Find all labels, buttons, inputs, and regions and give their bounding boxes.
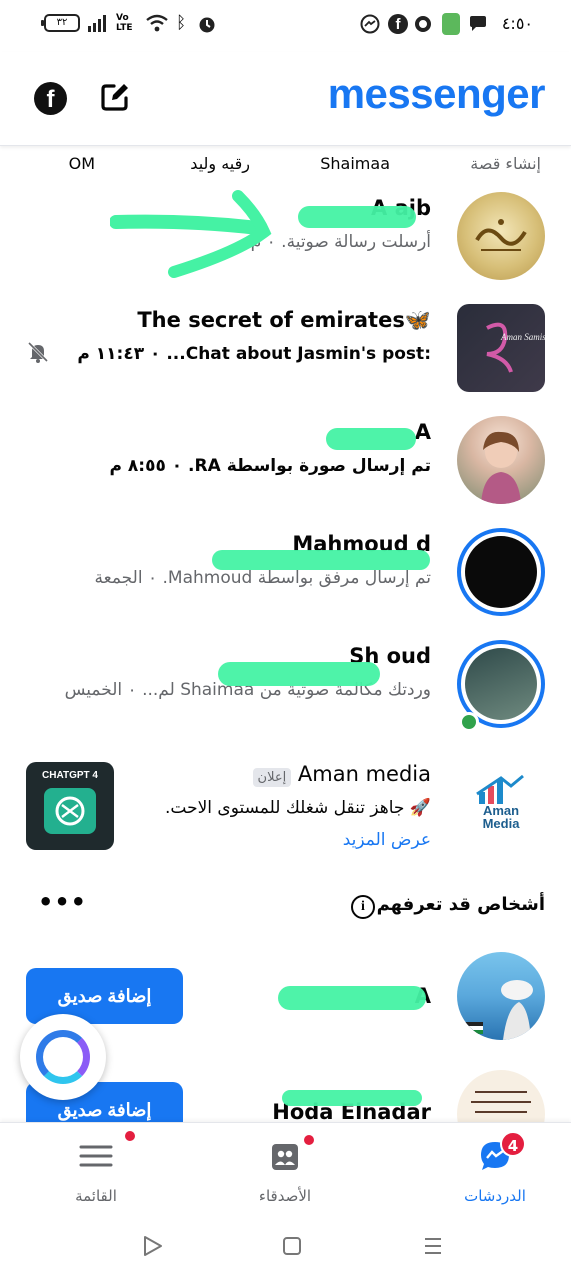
wifi-icon: [146, 14, 168, 32]
redaction-scribble: [326, 428, 416, 450]
home-square-icon[interactable]: [282, 1235, 302, 1257]
app-header: f messenger: [0, 52, 571, 146]
ad-thumbnail: CHATGPT 4: [26, 762, 114, 850]
chat-row[interactable]: A تم إرسال صورة بواسطة RA. ٠ ٨:٥٥ م: [0, 406, 571, 518]
notification-dot: [123, 1129, 137, 1143]
profile-photo-image: [465, 648, 537, 720]
avatar: [457, 528, 545, 616]
redaction-scribble: [218, 662, 380, 686]
alarm-icon: [199, 17, 215, 33]
battery-icon: ٣٢: [41, 14, 80, 32]
tab-chats[interactable]: 4 الدردشات: [435, 1131, 555, 1205]
see-more-link[interactable]: عرض المزيد: [343, 830, 431, 850]
ad-row[interactable]: Aman Media Aman media إعلان 🚀 جاهز تنقل ش…: [0, 748, 571, 868]
arrow-annotation: [110, 190, 272, 278]
redaction-scribble: [282, 1090, 422, 1106]
svg-text:Aman Samis: Aman Samis: [500, 332, 545, 342]
redaction-scribble: [278, 986, 426, 1010]
friends-icon: [268, 1133, 316, 1173]
tab-friends-label: الأصدقاء: [258, 1187, 312, 1205]
messenger-logo: messenger: [327, 70, 546, 117]
black-photo-image: [465, 536, 537, 608]
chat-preview: تم إرسال مرفق بواسطة Mahmoud. ٠ الجمعة: [94, 568, 431, 588]
stories-strip: إنشاء قصة Shaimaa رقيه وليد OM: [0, 148, 571, 182]
chat-row[interactable]: A ajb أرسلت رسالة صوتية. ٠ م: [0, 182, 571, 294]
calligraphy-image: [475, 219, 527, 251]
status-bar: ٣٢ Vo LTE ᛒ f ٤:٥٠: [0, 0, 571, 52]
ad-title: Aman media إعلان: [247, 762, 431, 787]
sponsored-badge: إعلان: [252, 768, 292, 787]
back-triangle-icon[interactable]: [143, 1235, 163, 1257]
menu-icon: [79, 1129, 137, 1173]
advertiser-name: Aman media: [297, 762, 431, 786]
avatar: [457, 952, 545, 1040]
facebook-notification-icon: f: [388, 14, 408, 34]
bottom-navigation: 4 الدردشات الأصدقاء القائمة: [0, 1122, 571, 1214]
aman-media-logo-image: [476, 774, 524, 804]
chat-row[interactable]: Sh oud وردتك مكالمة صوتية من Shaimaa لم.…: [0, 630, 571, 742]
recents-lines-icon[interactable]: [423, 1235, 443, 1257]
advertiser-logo: Aman Media: [457, 758, 545, 846]
system-navigation-bar: [0, 1214, 571, 1280]
avatar: [457, 192, 545, 280]
unread-count-badge: 4: [500, 1131, 526, 1157]
tab-friends[interactable]: الأصدقاء: [225, 1133, 345, 1205]
tab-menu-label: القائمة: [75, 1187, 117, 1205]
app-notification-icon: [442, 13, 460, 35]
notification-dot: [302, 1133, 316, 1147]
ad-thumbnail-title: CHATGPT 4: [42, 770, 98, 781]
battery-level: ٣٢: [56, 17, 68, 28]
bluetooth-icon: ᛒ: [176, 13, 187, 33]
tab-menu[interactable]: القائمة: [36, 1129, 156, 1205]
redaction-scribble: [298, 206, 416, 228]
butterfly-emoji-icon: 🦋: [404, 308, 431, 332]
avatar: Aman Samis: [457, 304, 545, 392]
story-name[interactable]: رقيه وليد: [190, 154, 250, 173]
logo-text: Aman Media: [482, 803, 520, 831]
child-photo-image: [481, 431, 521, 504]
compose-icon[interactable]: [100, 82, 130, 112]
vodafone-icon: [415, 16, 431, 32]
facebook-icon[interactable]: f: [34, 82, 67, 115]
ad-text: 🚀 جاهز تنقل شغلك للمستوى الاحت.: [165, 798, 431, 818]
avatar: [457, 1070, 545, 1122]
tab-chats-label: الدردشات: [464, 1187, 526, 1205]
chat-row[interactable]: Mahmoud d تم إرسال مرفق بواسطة Mahmoud. …: [0, 518, 571, 630]
quote-image: [471, 1091, 531, 1113]
chat-row[interactable]: Aman Samis 🦋The secret of emirates :Chat…: [0, 294, 571, 406]
volte-indicator: Vo LTE: [116, 13, 133, 33]
floating-assistant-bubble[interactable]: [20, 1014, 106, 1100]
chats-icon: 4: [478, 1131, 526, 1173]
online-indicator: [459, 712, 479, 732]
chat-preview: :Chat about Jasmin's post... ٠ ١١:٤٣ م: [77, 344, 431, 364]
group-logo-image: Aman Samis: [486, 322, 545, 373]
story-name[interactable]: Shaimaa: [320, 154, 390, 173]
story-name[interactable]: OM: [69, 154, 95, 173]
muted-bell-icon: [27, 341, 49, 363]
more-options-button[interactable]: •••: [38, 888, 87, 916]
people-you-may-know-heading: أشخاص قد تعرفهم: [376, 894, 545, 915]
avatar: [457, 416, 545, 504]
chat-notification-icon: [470, 16, 486, 31]
clock: ٤:٥٠: [501, 14, 533, 33]
create-story-label[interactable]: إنشاء قصة: [470, 154, 541, 173]
redaction-scribble: [212, 550, 430, 570]
info-icon[interactable]: i: [351, 895, 375, 919]
chat-preview: تم إرسال صورة بواسطة RA. ٠ ٨:٥٥ م: [109, 456, 432, 476]
chat-name: 🦋The secret of emirates: [137, 308, 431, 332]
sea-photo-image: [463, 980, 533, 1040]
signal-icon: [88, 15, 106, 32]
messenger-notification-icon: [360, 14, 380, 34]
chatgpt-logo-icon: [44, 788, 96, 834]
chat-name: A: [414, 420, 431, 444]
